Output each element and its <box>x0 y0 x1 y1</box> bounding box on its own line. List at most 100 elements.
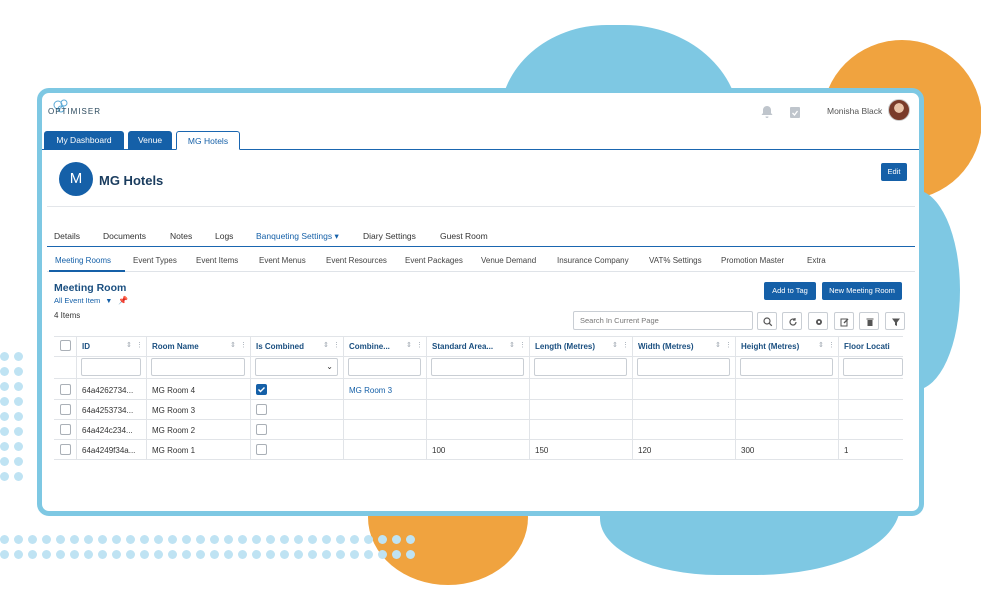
column-filter-input[interactable] <box>843 358 903 376</box>
user-avatar[interactable] <box>888 99 910 121</box>
grid-row-divider <box>54 399 903 400</box>
new-meeting-room-button[interactable]: New Meeting Room <box>822 282 902 300</box>
sort-icon[interactable]: ⇕ <box>715 341 721 349</box>
entity-header: M MG Hotels Edit <box>47 155 915 207</box>
column-filter-input[interactable]: ⌄ <box>255 358 338 376</box>
add-to-tag-button[interactable]: Add to Tag <box>764 282 816 300</box>
column-filter-input[interactable] <box>81 358 141 376</box>
user-name[interactable]: Monisha Black <box>827 106 882 116</box>
nav-diary-settings[interactable]: Diary Settings <box>363 231 416 241</box>
search-button[interactable] <box>757 312 777 330</box>
column-menu-icon[interactable]: ⋮ <box>240 341 247 349</box>
subtab-event-menus[interactable]: Event Menus <box>259 256 306 265</box>
row-checkbox[interactable] <box>60 444 71 455</box>
bg-dot <box>280 550 289 559</box>
cell-id[interactable]: 64a4262734... <box>82 386 144 395</box>
bg-dot <box>154 550 163 559</box>
column-header-6[interactable]: Length (Metres) <box>535 342 614 351</box>
clipboard-check-icon[interactable] <box>788 105 802 119</box>
cell-room-name[interactable]: MG Room 1 <box>152 446 195 455</box>
subtab-promotion-master[interactable]: Promotion Master <box>721 256 784 265</box>
subtab-event-packages[interactable]: Event Packages <box>405 256 463 265</box>
sort-icon[interactable]: ⇕ <box>509 341 515 349</box>
cell-id[interactable]: 64a424c234... <box>82 426 144 435</box>
grid-col-divider <box>838 336 839 459</box>
subtab-vat-settings[interactable]: VAT% Settings <box>649 256 702 265</box>
subtab-event-items[interactable]: Event Items <box>196 256 238 265</box>
column-menu-icon[interactable]: ⋮ <box>622 341 629 349</box>
nav-documents[interactable]: Documents <box>103 231 146 241</box>
view-selector[interactable]: All Event Item ▼ 📌 <box>54 296 128 305</box>
sort-icon[interactable]: ⇕ <box>323 341 329 349</box>
is-combined-checkbox[interactable] <box>256 444 267 455</box>
row-checkbox[interactable] <box>60 384 71 395</box>
select-all-checkbox[interactable] <box>60 340 71 351</box>
sort-icon[interactable]: ⇕ <box>230 341 236 349</box>
filter-button[interactable] <box>885 312 905 330</box>
nav-details[interactable]: Details <box>54 231 80 241</box>
cell-room-name[interactable]: MG Room 4 <box>152 386 195 395</box>
column-filter-input[interactable] <box>431 358 524 376</box>
column-menu-icon[interactable]: ⋮ <box>136 341 143 349</box>
bg-dot <box>280 535 289 544</box>
column-header-4[interactable]: Combine... <box>349 342 408 351</box>
pin-icon[interactable]: 📌 <box>118 296 128 305</box>
column-menu-icon[interactable]: ⋮ <box>416 341 423 349</box>
column-header-1[interactable]: ID <box>82 342 128 351</box>
cell-room-name[interactable]: MG Room 2 <box>152 426 195 435</box>
column-filter-input[interactable] <box>637 358 730 376</box>
is-combined-checkbox[interactable] <box>256 384 267 395</box>
bg-dot <box>406 535 415 544</box>
subtab-insurance-company[interactable]: Insurance Company <box>557 256 629 265</box>
subtab-event-types[interactable]: Event Types <box>133 256 177 265</box>
column-menu-icon[interactable]: ⋮ <box>333 341 340 349</box>
refresh-button[interactable] <box>782 312 802 330</box>
edit-button[interactable]: Edit <box>881 163 907 181</box>
bg-dot <box>308 550 317 559</box>
nav-banqueting-settings[interactable]: Banqueting Settings ▾ <box>256 231 339 242</box>
row-checkbox[interactable] <box>60 424 71 435</box>
column-filter-input[interactable] <box>740 358 833 376</box>
row-checkbox[interactable] <box>60 404 71 415</box>
column-header-2[interactable]: Room Name <box>152 342 232 351</box>
bg-dot <box>252 550 261 559</box>
sort-icon[interactable]: ⇕ <box>406 341 412 349</box>
sort-icon[interactable]: ⇕ <box>612 341 618 349</box>
column-header-5[interactable]: Standard Area... <box>432 342 511 351</box>
is-combined-checkbox[interactable] <box>256 404 267 415</box>
subtab-venue-demand[interactable]: Venue Demand <box>481 256 536 265</box>
column-menu-icon[interactable]: ⋮ <box>519 341 526 349</box>
tab-mg-hotels[interactable]: MG Hotels <box>176 131 240 150</box>
subtab-extra[interactable]: Extra <box>807 256 826 265</box>
column-header-9[interactable]: Floor Location <box>844 342 890 351</box>
bg-dot <box>70 550 79 559</box>
search-input[interactable]: Search In Current Page <box>573 311 753 330</box>
tab-venue[interactable]: Venue <box>128 131 172 150</box>
cell-room-name[interactable]: MG Room 3 <box>152 406 195 415</box>
delete-button[interactable] <box>859 312 879 330</box>
sort-icon[interactable]: ⇕ <box>818 341 824 349</box>
column-header-8[interactable]: Height (Metres) <box>741 342 820 351</box>
column-menu-icon[interactable]: ⋮ <box>725 341 732 349</box>
nav-notes[interactable]: Notes <box>170 231 192 241</box>
column-header-7[interactable]: Width (Metres) <box>638 342 717 351</box>
cell-combine-link[interactable]: MG Room 3 <box>349 386 392 395</box>
tab-my-dashboard[interactable]: My Dashboard <box>44 131 124 150</box>
is-combined-checkbox[interactable] <box>256 424 267 435</box>
column-filter-input[interactable] <box>151 358 245 376</box>
subtab-event-resources[interactable]: Event Resources <box>326 256 387 265</box>
bg-dot <box>0 457 9 466</box>
subtab-meeting-rooms[interactable]: Meeting Rooms <box>55 256 111 265</box>
nav-guest-room[interactable]: Guest Room <box>440 231 488 241</box>
cell-id[interactable]: 64a4249f34a... <box>82 446 144 455</box>
cell-id[interactable]: 64a4253734... <box>82 406 144 415</box>
edit-columns-button[interactable] <box>834 312 854 330</box>
sort-icon[interactable]: ⇕ <box>126 341 132 349</box>
column-filter-input[interactable] <box>348 358 421 376</box>
bell-icon[interactable] <box>760 105 774 119</box>
column-filter-input[interactable] <box>534 358 627 376</box>
nav-logs[interactable]: Logs <box>215 231 233 241</box>
column-menu-icon[interactable]: ⋮ <box>828 341 835 349</box>
settings-button[interactable] <box>808 312 828 330</box>
column-header-3[interactable]: Is Combined <box>256 342 325 351</box>
